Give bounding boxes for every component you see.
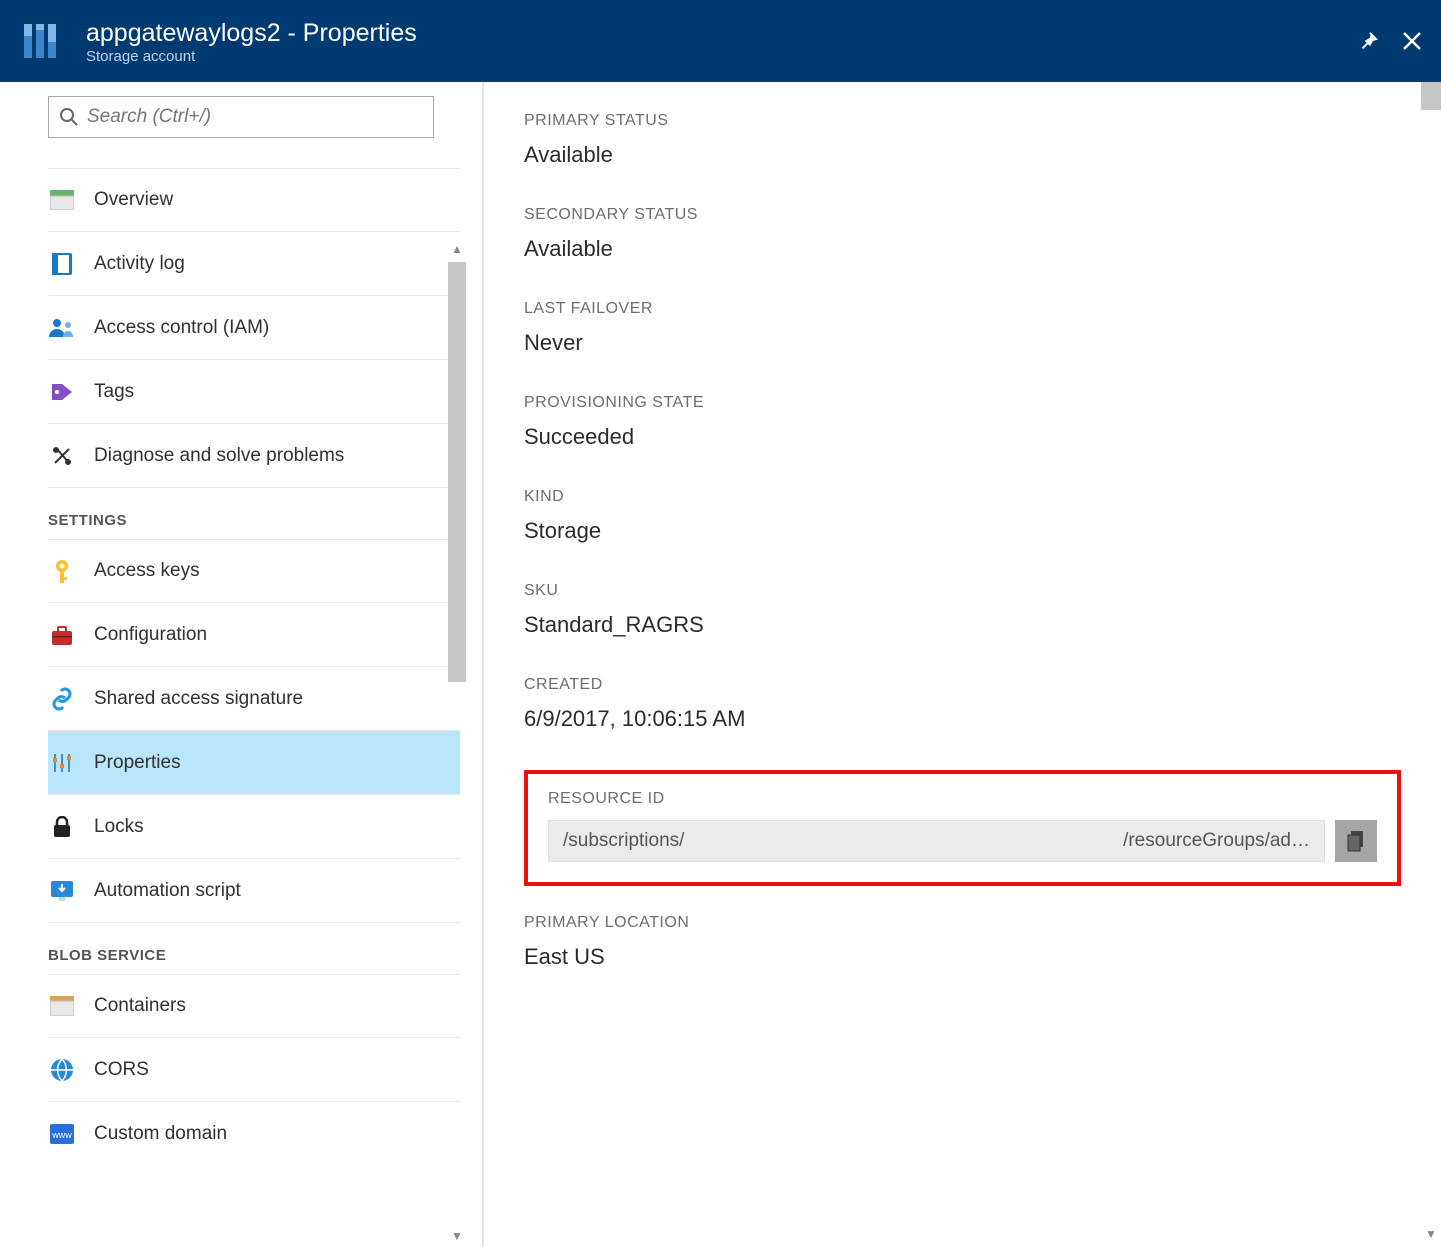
sidebar-item-access-keys[interactable]: Access keys <box>48 539 460 603</box>
www-icon: www <box>48 1120 76 1148</box>
sidebar-item-label: Locks <box>94 816 144 838</box>
copy-button[interactable] <box>1335 820 1377 862</box>
sidebar: Overview Activity log Access control (IA… <box>0 82 484 1247</box>
scroll-up-icon[interactable]: ▲ <box>448 242 466 260</box>
resource-id-value-left: /subscriptions/ <box>563 830 684 852</box>
sidebar-item-label: Tags <box>94 381 134 403</box>
sidebar-item-configuration[interactable]: Configuration <box>48 603 460 667</box>
toolbox-icon <box>48 621 76 649</box>
sidebar-item-activity-log[interactable]: Activity log <box>48 232 460 296</box>
sidebar-item-label: Custom domain <box>94 1123 227 1145</box>
field-primary-location: PRIMARY LOCATION East US <box>524 914 1401 970</box>
blade-title: appgatewaylogs2 - Properties <box>86 18 1357 48</box>
field-value: 6/9/2017, 10:06:15 AM <box>524 706 1401 732</box>
sidebar-item-label: Configuration <box>94 624 207 646</box>
sidebar-item-label: Diagnose and solve problems <box>94 445 344 467</box>
field-value: Succeeded <box>524 424 1401 450</box>
field-sku: SKU Standard_RAGRS <box>524 582 1401 638</box>
copy-icon <box>1346 830 1366 852</box>
resource-id-value-right: /resourceGroups/ad… <box>1123 830 1310 852</box>
field-label: SKU <box>524 582 1401 600</box>
key-icon <box>48 557 76 585</box>
sidebar-item-label: Access control (IAM) <box>94 317 269 339</box>
field-value: Available <box>524 236 1401 262</box>
sidebar-item-automation-script[interactable]: Automation script <box>48 859 460 923</box>
sidebar-item-label: Overview <box>94 189 173 211</box>
sidebar-item-label: Containers <box>94 995 186 1017</box>
field-value: Available <box>524 142 1401 168</box>
sidebar-item-diagnose[interactable]: Diagnose and solve problems <box>48 424 460 488</box>
sidebar-item-overview[interactable]: Overview <box>48 168 460 232</box>
scroll-down-icon[interactable]: ▼ <box>448 1229 466 1247</box>
field-label: LAST FAILOVER <box>524 300 1401 318</box>
field-label: CREATED <box>524 676 1401 694</box>
nav-group-blob: BLOB SERVICE <box>48 923 460 974</box>
lock-icon <box>48 813 76 841</box>
overview-icon <box>48 186 76 214</box>
field-kind: KIND Storage <box>524 488 1401 544</box>
storage-account-icon <box>18 17 66 65</box>
sidebar-item-label: Automation script <box>94 880 241 902</box>
people-icon <box>48 314 76 342</box>
container-icon <box>48 992 76 1020</box>
sidebar-item-tags[interactable]: Tags <box>48 360 460 424</box>
field-value: Never <box>524 330 1401 356</box>
field-last-failover: LAST FAILOVER Never <box>524 300 1401 356</box>
blade-subtitle: Storage account <box>86 48 1357 65</box>
svg-text:www: www <box>51 1130 72 1140</box>
sidebar-item-containers[interactable]: Containers <box>48 974 460 1038</box>
sidebar-item-label: Activity log <box>94 253 185 275</box>
blade-header: appgatewaylogs2 - Properties Storage acc… <box>0 0 1441 82</box>
close-icon[interactable] <box>1401 30 1423 52</box>
scroll-down-icon[interactable]: ▼ <box>1421 1227 1441 1245</box>
sidebar-item-sas[interactable]: Shared access signature <box>48 667 460 731</box>
field-secondary-status: SECONDARY STATUS Available <box>524 206 1401 262</box>
sidebar-item-cors[interactable]: CORS <box>48 1038 460 1102</box>
globe-icon <box>48 1056 76 1084</box>
tag-icon <box>48 378 76 406</box>
sidebar-item-properties[interactable]: Properties <box>48 731 460 795</box>
sidebar-item-label: CORS <box>94 1059 149 1081</box>
field-value: Standard_RAGRS <box>524 612 1401 638</box>
sliders-icon <box>48 749 76 777</box>
main-scrollbar[interactable]: ▲ ▼ <box>1421 82 1441 1247</box>
field-value: Storage <box>524 518 1401 544</box>
search-icon <box>59 107 79 127</box>
monitor-download-icon <box>48 877 76 905</box>
sidebar-item-label: Properties <box>94 752 181 774</box>
sidebar-item-locks[interactable]: Locks <box>48 795 460 859</box>
field-label: RESOURCE ID <box>548 790 1377 808</box>
scrollbar-thumb[interactable] <box>1421 82 1441 110</box>
sidebar-scrollbar[interactable]: ▲ ▼ <box>448 262 466 1227</box>
field-value: East US <box>524 944 1401 970</box>
sidebar-item-label: Access keys <box>94 560 200 582</box>
activity-log-icon <box>48 250 76 278</box>
main-content: PRIMARY STATUS Available SECONDARY STATU… <box>484 82 1441 1247</box>
field-primary-status: PRIMARY STATUS Available <box>524 112 1401 168</box>
sidebar-item-custom-domain[interactable]: www Custom domain <box>48 1102 460 1166</box>
field-created: CREATED 6/9/2017, 10:06:15 AM <box>524 676 1401 732</box>
nav-group-settings: SETTINGS <box>48 488 460 539</box>
search-input-wrapper[interactable] <box>48 96 434 138</box>
field-label: PRIMARY LOCATION <box>524 914 1401 932</box>
sidebar-item-label: Shared access signature <box>94 688 303 710</box>
pin-icon[interactable] <box>1357 30 1379 52</box>
field-provisioning-state: PROVISIONING STATE Succeeded <box>524 394 1401 450</box>
field-label: KIND <box>524 488 1401 506</box>
resource-id-input[interactable]: /subscriptions/ /resourceGroups/ad… <box>548 820 1325 862</box>
search-input[interactable] <box>87 106 423 128</box>
link-icon <box>48 685 76 713</box>
scrollbar-thumb[interactable] <box>448 262 466 682</box>
resource-id-highlight: RESOURCE ID /subscriptions/ /resourceGro… <box>524 770 1401 886</box>
field-label: PROVISIONING STATE <box>524 394 1401 412</box>
field-label: PRIMARY STATUS <box>524 112 1401 130</box>
sidebar-item-access-control[interactable]: Access control (IAM) <box>48 296 460 360</box>
field-label: SECONDARY STATUS <box>524 206 1401 224</box>
tools-icon <box>48 442 76 470</box>
